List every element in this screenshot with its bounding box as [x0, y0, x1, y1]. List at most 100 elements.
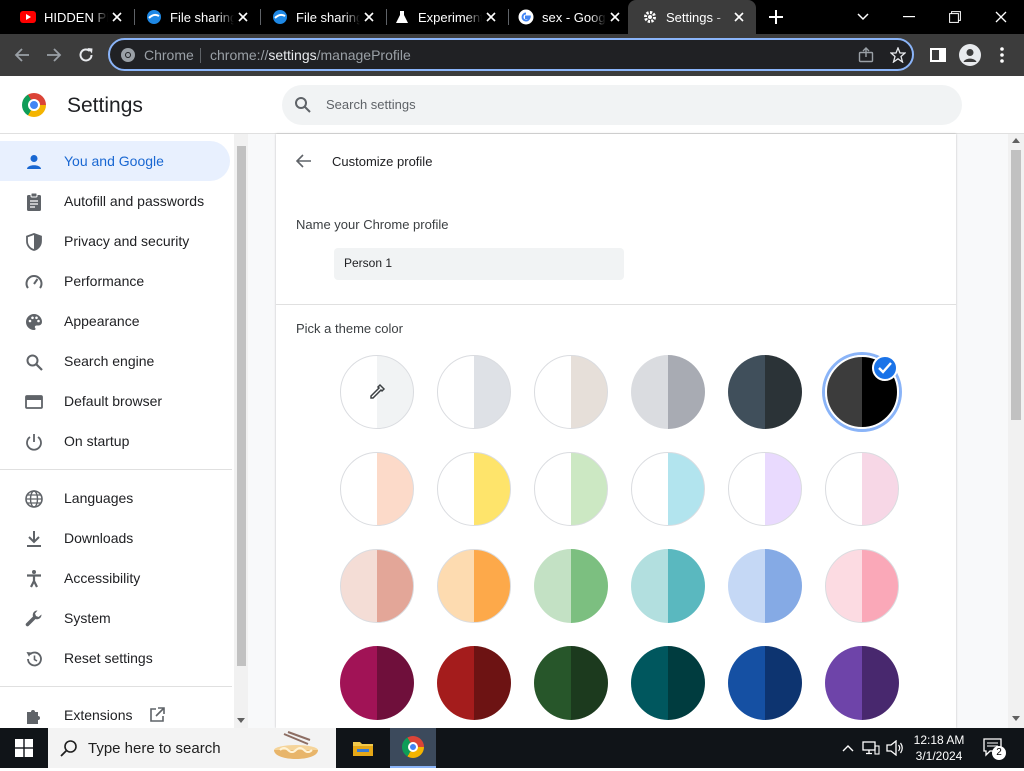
theme-color-swatch[interactable]	[437, 646, 511, 720]
sidebar-item-performance[interactable]: Performance	[0, 261, 230, 301]
notification-center-button[interactable]: 2	[982, 738, 1006, 760]
side-panel-button[interactable]	[924, 41, 952, 69]
sidebar-item-label: Accessibility	[64, 570, 141, 586]
system-clock[interactable]: 12:18 AM 3/1/2024	[908, 732, 970, 764]
sidebar-item-languages[interactable]: Languages	[0, 478, 230, 518]
sidebar-item-label: Autofill and passwords	[64, 193, 205, 209]
sidebar-item-downloads[interactable]: Downloads	[0, 518, 230, 558]
theme-color-swatch[interactable]	[534, 355, 608, 429]
chrome-taskbar-button[interactable]	[390, 728, 436, 768]
theme-color-swatch[interactable]	[340, 549, 414, 623]
sidebar-item-privacy[interactable]: Privacy and security	[0, 221, 230, 261]
youtube-icon	[20, 9, 36, 25]
globe-icon	[24, 489, 44, 509]
sidebar-item-on-startup[interactable]: On startup	[0, 421, 230, 461]
theme-color-swatch[interactable]	[534, 646, 608, 720]
theme-color-swatch[interactable]	[631, 646, 705, 720]
sidebar-item-accessibility[interactable]: Accessibility	[0, 558, 230, 598]
sidebar-item-label: Downloads	[64, 530, 134, 546]
chrome-icon	[120, 47, 136, 63]
back-arrow-icon[interactable]	[294, 151, 314, 171]
more-menu-icon[interactable]	[988, 41, 1016, 69]
forward-button[interactable]	[40, 41, 68, 69]
main-scrollbar-thumb[interactable]	[1011, 150, 1021, 420]
external-link-icon[interactable]	[148, 706, 166, 724]
sidebar-item-label: System	[64, 610, 111, 626]
close-icon[interactable]	[234, 8, 252, 26]
scroll-down-arrow-icon[interactable]	[237, 718, 245, 724]
tab-experiment[interactable]: Experiment	[374, 0, 508, 34]
sidebar-item-autofill[interactable]: Autofill and passwords	[0, 181, 230, 221]
profile-name-label: Name your Chrome profile	[296, 217, 449, 232]
tab-search-button[interactable]	[840, 0, 886, 34]
theme-color-swatch[interactable]	[340, 646, 414, 720]
profile-name-input[interactable]: Person 1	[334, 248, 624, 280]
sidebar-item-extensions[interactable]: Extensions	[0, 695, 230, 728]
sidebar-divider	[0, 469, 232, 470]
theme-color-swatch[interactable]	[728, 549, 802, 623]
sidebar-item-search-engine[interactable]: Search engine	[0, 341, 230, 381]
theme-color-swatch[interactable]	[631, 355, 705, 429]
theme-color-swatch[interactable]	[728, 646, 802, 720]
theme-color-swatch[interactable]	[437, 549, 511, 623]
show-hidden-icons-button[interactable]	[838, 738, 858, 758]
theme-color-swatch[interactable]	[825, 549, 899, 623]
file-explorer-button[interactable]	[340, 728, 386, 768]
theme-color-swatch[interactable]	[631, 549, 705, 623]
theme-color-swatch[interactable]	[825, 646, 899, 720]
restore-button[interactable]	[932, 0, 978, 34]
minimize-button[interactable]	[886, 0, 932, 34]
theme-color-swatch[interactable]	[534, 549, 608, 623]
profile-avatar[interactable]	[956, 41, 984, 69]
url-text[interactable]: chrome://settings/manageProfile	[210, 47, 411, 63]
gear-icon	[642, 9, 658, 25]
close-window-button[interactable]	[978, 0, 1024, 34]
taskbar-search-box[interactable]: Type here to search	[48, 728, 336, 768]
bookmark-star-icon[interactable]	[888, 45, 908, 65]
person-icon	[24, 152, 44, 172]
network-icon[interactable]	[861, 738, 881, 758]
close-icon[interactable]	[108, 8, 126, 26]
tab-google-search[interactable]: sex - Google	[498, 0, 632, 34]
main-scrollbar[interactable]	[1008, 134, 1024, 728]
theme-color-swatch[interactable]	[825, 452, 899, 526]
new-tab-button[interactable]	[764, 5, 788, 29]
site-chip-label: Chrome	[144, 47, 194, 63]
theme-color-swatch[interactable]	[340, 452, 414, 526]
reload-button[interactable]	[72, 41, 100, 69]
tab-file-sharing-2[interactable]: File sharing	[252, 0, 386, 34]
theme-color-swatch[interactable]	[534, 452, 608, 526]
scroll-down-arrow-icon[interactable]	[1012, 716, 1020, 722]
sidebar-item-you-and-google[interactable]: You and Google	[0, 141, 230, 181]
scroll-up-arrow-icon[interactable]	[1012, 138, 1020, 144]
theme-color-swatch[interactable]	[728, 355, 802, 429]
search-settings-input[interactable]: Search settings	[282, 85, 962, 125]
sidebar-item-system[interactable]: System	[0, 598, 230, 638]
close-icon[interactable]	[730, 8, 748, 26]
start-button[interactable]	[0, 728, 48, 768]
address-bar[interactable]: Chrome chrome://settings/manageProfile	[108, 38, 914, 71]
customize-profile-card: Customize profile Name your Chrome profi…	[276, 134, 956, 728]
tab-settings[interactable]: Settings -	[628, 0, 756, 34]
sidebar-item-appearance[interactable]: Appearance	[0, 301, 230, 341]
theme-color-swatch[interactable]	[631, 452, 705, 526]
toolbar: Chrome chrome://settings/manageProfile	[0, 34, 1024, 76]
tab-youtube[interactable]: HIDDEN PL	[0, 0, 134, 34]
theme-color-swatch[interactable]	[437, 452, 511, 526]
share-icon[interactable]	[856, 45, 876, 65]
theme-color-swatch[interactable]	[437, 355, 511, 429]
close-icon[interactable]	[606, 8, 624, 26]
tab-title: Settings -	[666, 9, 721, 25]
sidebar-scrollbar-thumb[interactable]	[237, 146, 246, 666]
volume-icon[interactable]	[885, 738, 905, 758]
sidebar-item-reset-settings[interactable]: Reset settings	[0, 638, 230, 678]
custom-color-swatch[interactable]	[340, 355, 414, 429]
back-button[interactable]	[8, 41, 36, 69]
accessibility-icon	[24, 569, 44, 589]
theme-color-swatch[interactable]	[728, 452, 802, 526]
sidebar-item-label: Reset settings	[64, 650, 153, 666]
sidebar-scrollbar[interactable]	[234, 134, 248, 728]
search-icon	[60, 739, 78, 757]
tab-file-sharing-1[interactable]: File sharing	[126, 0, 260, 34]
sidebar-item-default-browser[interactable]: Default browser	[0, 381, 230, 421]
